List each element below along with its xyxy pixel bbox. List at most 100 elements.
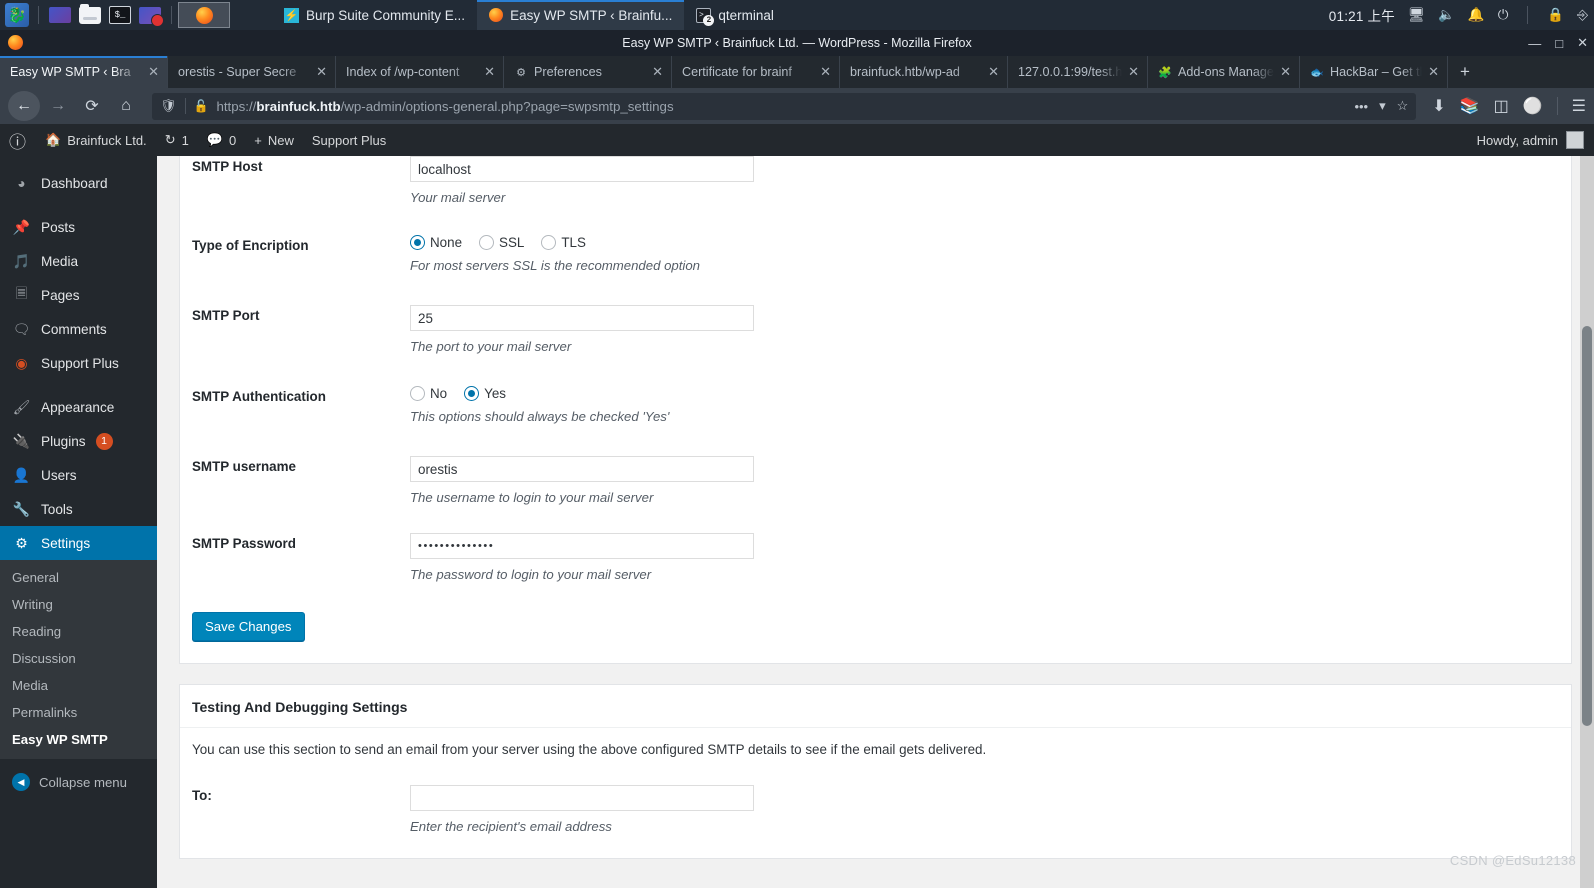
browser-tab-7[interactable]: 🧩 Add-ons Manage ✕ bbox=[1148, 56, 1300, 88]
close-icon[interactable]: ✕ bbox=[652, 64, 663, 80]
sidebar-item-users[interactable]: 👤 Users bbox=[0, 458, 157, 492]
sidebar-item-dashboard[interactable]: ◕ Dashboard bbox=[0, 166, 157, 200]
smtp-username-input[interactable]: orestis bbox=[410, 456, 754, 482]
browser-tab-1[interactable]: orestis - Super Secre ✕ bbox=[168, 56, 336, 88]
to-hint: Enter the recipient's email address bbox=[410, 819, 612, 834]
browser-tab-2[interactable]: Index of /wp-content ✕ bbox=[336, 56, 504, 88]
sidebar-icon[interactable]: ◫ bbox=[1494, 96, 1509, 116]
app-launcher-icon[interactable] bbox=[47, 2, 73, 28]
sidebar-item-support-plus[interactable]: ◉ Support Plus bbox=[0, 346, 157, 380]
user-icon: 👤 bbox=[12, 466, 31, 483]
kali-menu-icon[interactable]: 🐉 bbox=[4, 2, 30, 28]
media-icon: 🎵 bbox=[12, 252, 31, 269]
close-icon[interactable]: ✕ bbox=[988, 64, 999, 80]
submenu-item-permalinks[interactable]: Permalinks bbox=[0, 699, 157, 726]
sidebar-item-settings[interactable]: ⚙ Settings bbox=[0, 526, 157, 560]
submenu-item-media[interactable]: Media bbox=[0, 672, 157, 699]
close-icon[interactable]: ✕ bbox=[1280, 64, 1291, 80]
submenu-item-easy-wp-smtp[interactable]: Easy WP SMTP bbox=[0, 726, 157, 753]
firefox-launcher-icon[interactable] bbox=[178, 2, 230, 28]
sidebar-item-media[interactable]: 🎵 Media bbox=[0, 244, 157, 278]
pocket-icon[interactable]: ▾ bbox=[1379, 98, 1386, 114]
account-menu[interactable]: Howdy, admin bbox=[1477, 131, 1588, 149]
content-scrollbar[interactable] bbox=[1580, 156, 1594, 888]
maximize-button[interactable]: □ bbox=[1555, 36, 1563, 51]
close-icon[interactable]: ✕ bbox=[316, 64, 327, 80]
sidebar-item-plugins[interactable]: 🔌 Plugins 1 bbox=[0, 424, 157, 458]
account-icon[interactable]: ⚪ bbox=[1523, 96, 1543, 116]
new-tab-button[interactable]: + bbox=[1448, 56, 1482, 88]
close-icon[interactable]: ✕ bbox=[1428, 64, 1439, 80]
new-content-menu[interactable]: + New bbox=[245, 124, 303, 156]
close-icon[interactable]: ✕ bbox=[1128, 64, 1139, 80]
volume-icon[interactable]: 🔈 bbox=[1438, 7, 1455, 23]
close-button[interactable]: ✕ bbox=[1577, 35, 1588, 51]
screen-recorder-icon[interactable] bbox=[137, 2, 164, 28]
submenu-item-general[interactable]: General bbox=[0, 564, 157, 591]
save-changes-button[interactable]: Save Changes bbox=[192, 612, 305, 641]
download-icon[interactable]: ⬇ bbox=[1432, 96, 1445, 116]
sidebar-item-appearance[interactable]: 🖌 Appearance bbox=[0, 390, 157, 424]
bookmark-star-icon[interactable]: ☆ bbox=[1397, 98, 1409, 114]
browser-tab-3[interactable]: ⚙ Preferences ✕ bbox=[504, 56, 672, 88]
logout-icon[interactable]: ⎆ bbox=[1577, 7, 1588, 23]
power-icon[interactable]: ⏻ bbox=[1498, 7, 1509, 23]
close-icon[interactable]: ✕ bbox=[148, 64, 159, 80]
library-icon[interactable]: 📚 bbox=[1460, 96, 1480, 116]
wordpress-icon[interactable]: ⓘ bbox=[0, 128, 36, 153]
collapse-menu-button[interactable]: ◀ Collapse menu bbox=[0, 759, 157, 791]
taskbar-window-qterminal[interactable]: >_ qterminal bbox=[684, 0, 786, 30]
to-input[interactable] bbox=[410, 785, 754, 811]
sidebar-item-tools[interactable]: 🔧 Tools bbox=[0, 492, 157, 526]
sidebar-item-pages[interactable]: 🗏 Pages bbox=[0, 278, 157, 312]
menu-icon[interactable]: ☰ bbox=[1572, 96, 1586, 116]
encryption-option-label: None bbox=[430, 235, 463, 250]
scrollbar-thumb[interactable] bbox=[1582, 326, 1592, 726]
lock-icon[interactable]: 🔒 bbox=[1547, 7, 1564, 23]
encryption-radio-tls[interactable] bbox=[541, 235, 557, 250]
browser-tab-6[interactable]: 127.0.0.1:99/test.htm ✕ bbox=[1008, 56, 1148, 88]
address-bar[interactable]: 🛡 🔓 https://brainfuck.htb/wp-admin/optio… bbox=[152, 92, 1417, 120]
smtp-port-input[interactable]: 25 bbox=[410, 305, 754, 331]
submenu-item-reading[interactable]: Reading bbox=[0, 618, 157, 645]
browser-tab-5[interactable]: brainfuck.htb/wp-ad ✕ bbox=[840, 56, 1008, 88]
display-icon[interactable]: 🖥 bbox=[1408, 7, 1425, 23]
submenu-item-discussion[interactable]: Discussion bbox=[0, 645, 157, 672]
submenu-item-writing[interactable]: Writing bbox=[0, 591, 157, 618]
page-actions-icon[interactable]: ••• bbox=[1354, 99, 1368, 114]
smtp-password-input[interactable]: •••••••••••••• bbox=[410, 533, 754, 559]
encryption-radio-ssl[interactable] bbox=[479, 235, 495, 250]
sidebar-item-comments[interactable]: 🗨 Comments bbox=[0, 312, 157, 346]
browser-tab-0[interactable]: Easy WP SMTP ‹ Bra ✕ bbox=[0, 56, 168, 88]
shield-icon[interactable]: 🛡 bbox=[160, 98, 177, 114]
minimize-button[interactable]: — bbox=[1528, 36, 1541, 51]
taskbar-window-burp[interactable]: ⚡ Burp Suite Community E... bbox=[272, 0, 477, 30]
close-icon[interactable]: ✕ bbox=[820, 64, 831, 80]
sidebar-item-posts[interactable]: 📌 Posts bbox=[0, 210, 157, 244]
close-icon[interactable]: ✕ bbox=[484, 64, 495, 80]
terminal-icon[interactable]: $_ bbox=[107, 2, 133, 28]
insecure-lock-icon[interactable]: 🔓 bbox=[194, 99, 209, 113]
comments-indicator[interactable]: 💬 0 bbox=[198, 124, 245, 156]
smtp-auth-radio-yes[interactable] bbox=[464, 386, 480, 401]
forward-button[interactable]: → bbox=[42, 91, 74, 121]
smtp-host-input[interactable]: localhost bbox=[410, 156, 754, 182]
taskbar-window-firefox[interactable]: Easy WP SMTP ‹ Brainfu... bbox=[477, 0, 685, 30]
smtp-auth-radio-no[interactable] bbox=[410, 386, 425, 401]
reload-button[interactable]: ⟳ bbox=[76, 91, 108, 121]
clock[interactable]: 01:21 上午 bbox=[1329, 5, 1395, 25]
encryption-radio-none[interactable] bbox=[410, 235, 425, 250]
bell-icon[interactable]: 🔔 bbox=[1468, 7, 1485, 23]
home-button[interactable]: ⌂ bbox=[110, 91, 142, 121]
taskbar-window-label: qterminal bbox=[718, 7, 774, 23]
updates-indicator[interactable]: ↻ 1 bbox=[156, 124, 198, 156]
browser-tab-8[interactable]: 🐟 HackBar – Get th ✕ bbox=[1300, 56, 1448, 88]
support-plus-menu[interactable]: Support Plus bbox=[303, 124, 395, 156]
tab-title: Index of /wp-content bbox=[346, 65, 460, 79]
form-row-to: To: Enter the recipient's email address bbox=[180, 771, 1571, 858]
browser-tab-4[interactable]: Certificate for brainf ✕ bbox=[672, 56, 840, 88]
comments-count: 0 bbox=[229, 132, 237, 148]
site-name-menu[interactable]: 🏠 Brainfuck Ltd. bbox=[36, 124, 156, 156]
file-manager-icon[interactable] bbox=[77, 2, 103, 28]
back-button[interactable]: ← bbox=[8, 91, 40, 121]
